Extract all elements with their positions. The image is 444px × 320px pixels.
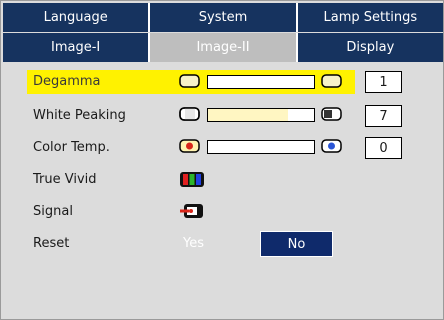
warm-color-icon[interactable] xyxy=(179,138,201,154)
slider-decrease-icon[interactable] xyxy=(179,73,201,89)
setting-reset[interactable]: Reset xyxy=(27,232,437,256)
tab-row-bottom: Image-I Image-II Display xyxy=(3,33,443,62)
tab-system[interactable]: System xyxy=(150,3,298,32)
tab-lamp-settings[interactable]: Lamp Settings xyxy=(297,3,443,32)
white-peaking-slider-track[interactable] xyxy=(207,108,315,122)
white-peaking-label: White Peaking xyxy=(33,108,126,123)
reset-yes-option[interactable]: Yes xyxy=(183,236,204,251)
tab-image-i[interactable]: Image-I xyxy=(3,33,151,62)
degamma-value: 1 xyxy=(365,71,402,93)
slider-increase-icon[interactable] xyxy=(321,73,343,89)
setting-true-vivid[interactable]: True Vivid xyxy=(27,168,437,192)
color-temp-value: 0 xyxy=(365,137,402,159)
signal-plug-icon[interactable] xyxy=(179,202,205,220)
tab-display[interactable]: Display xyxy=(297,33,443,62)
slider-decrease-icon[interactable] xyxy=(179,106,201,122)
cool-color-icon[interactable] xyxy=(321,138,343,154)
tab-language[interactable]: Language xyxy=(3,3,151,32)
color-temp-label: Color Temp. xyxy=(33,140,110,155)
tab-row-top: Language System Lamp Settings xyxy=(3,3,443,32)
rgb-bars-icon[interactable] xyxy=(179,171,205,188)
osd-menu: Language System Lamp Settings Image-I Im… xyxy=(0,0,444,320)
color-temp-slider-track[interactable] xyxy=(207,140,315,154)
slider-increase-icon[interactable] xyxy=(321,106,343,122)
signal-label: Signal xyxy=(33,204,73,219)
reset-no-button[interactable]: No xyxy=(260,231,333,257)
tab-image-ii[interactable]: Image-II xyxy=(150,33,298,62)
true-vivid-label: True Vivid xyxy=(33,172,97,187)
setting-signal[interactable]: Signal xyxy=(27,200,437,224)
degamma-label: Degamma xyxy=(33,74,101,89)
degamma-slider-track[interactable] xyxy=(207,75,315,89)
white-peaking-slider-fill xyxy=(208,109,288,121)
reset-label: Reset xyxy=(33,236,70,251)
white-peaking-value: 7 xyxy=(365,105,402,127)
